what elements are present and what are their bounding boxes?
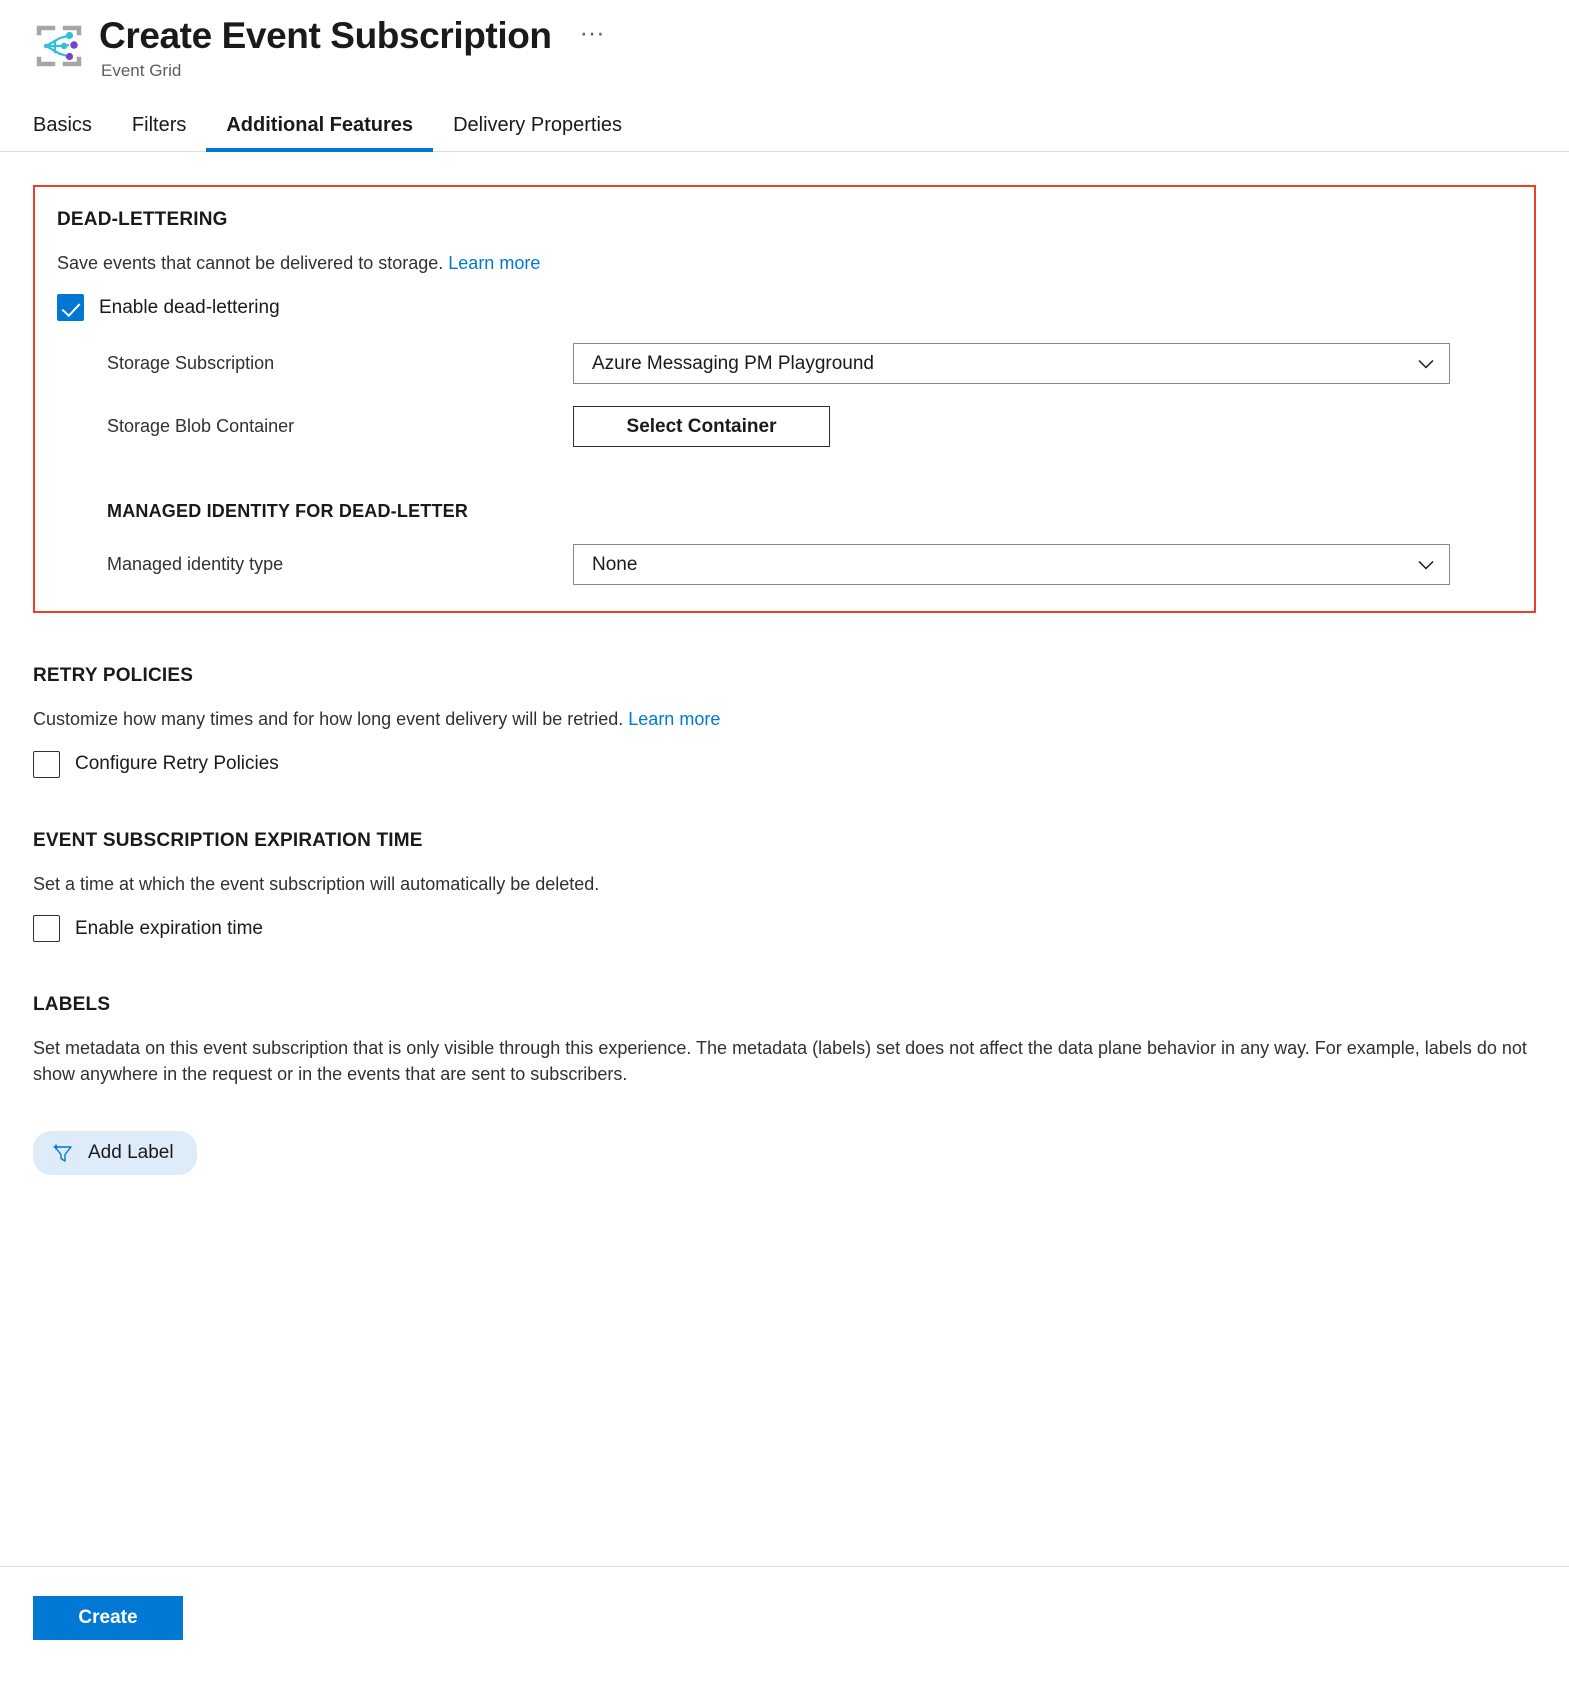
managed-identity-type-dropdown[interactable]: None (573, 544, 1450, 586)
labels-description: Set metadata on this event subscription … (33, 1038, 1527, 1084)
retry-policies-description: Customize how many times and for how lon… (33, 707, 1536, 733)
storage-subscription-control: Azure Messaging PM Playground (573, 343, 1512, 385)
content-area: DEAD-LETTERING Save events that cannot b… (0, 184, 1569, 1176)
enable-expiration-time-label: Enable expiration time (75, 917, 263, 939)
more-options-icon[interactable]: ··· (574, 17, 611, 56)
page-title: Create Event Subscription (99, 15, 552, 56)
managed-identity-type-label: Managed identity type (107, 554, 284, 575)
managed-identity-type-control: None (573, 544, 1512, 586)
tab-additional-features[interactable]: Additional Features (206, 108, 433, 152)
storage-subscription-row: Storage Subscription Azure Messaging PM … (57, 343, 1512, 385)
event-grid-icon (33, 20, 85, 72)
select-container-button[interactable]: Select Container (573, 406, 830, 448)
enable-dead-lettering-checkbox[interactable] (57, 294, 84, 322)
labels-section: LABELS Set metadata on this event subscr… (33, 994, 1536, 1176)
enable-expiration-time-checkbox[interactable] (33, 915, 60, 943)
add-label-button-text: Add Label (88, 1142, 174, 1164)
enable-dead-lettering-row[interactable]: Enable dead-lettering (57, 294, 1512, 322)
storage-subscription-dropdown[interactable]: Azure Messaging PM Playground (573, 343, 1450, 385)
managed-identity-heading: MANAGED IDENTITY FOR DEAD-LETTER (107, 501, 469, 522)
chevron-down-icon (1418, 359, 1434, 369)
retry-policies-description-text: Customize how many times and for how lon… (33, 709, 624, 730)
page-subtitle: Event Grid (101, 60, 182, 80)
managed-identity-type-value: None (592, 553, 638, 575)
enable-expiration-time-row[interactable]: Enable expiration time (33, 915, 1536, 943)
footer-divider (0, 1566, 1569, 1567)
expiration-time-section: EVENT SUBSCRIPTION EXPIRATION TIME Set a… (33, 830, 1536, 943)
dead-lettering-heading: DEAD-LETTERING (57, 208, 228, 230)
dead-lettering-description-text: Save events that cannot be delivered to … (57, 252, 444, 273)
title-row: Create Event Subscription ··· Event Grid (33, 14, 1569, 81)
storage-blob-container-label: Storage Blob Container (107, 416, 295, 437)
enable-dead-lettering-label: Enable dead-lettering (99, 296, 280, 318)
dead-lettering-section: DEAD-LETTERING Save events that cannot b… (33, 184, 1536, 614)
chevron-down-icon (1418, 560, 1434, 570)
configure-retry-policies-checkbox[interactable] (33, 750, 60, 778)
retry-policies-heading: RETRY POLICIES (33, 665, 194, 687)
tab-filters[interactable]: Filters (112, 108, 206, 151)
labels-heading: LABELS (33, 994, 111, 1016)
storage-subscription-label: Storage Subscription (107, 353, 275, 374)
dead-lettering-learn-more-link[interactable]: Learn more (448, 253, 540, 273)
tab-basics[interactable]: Basics (33, 108, 112, 151)
configure-retry-policies-row[interactable]: Configure Retry Policies (33, 750, 1536, 778)
expiration-time-description: Set a time at which the event subscripti… (33, 873, 600, 894)
managed-identity-type-row: Managed identity type None (107, 544, 1512, 586)
managed-identity-block: MANAGED IDENTITY FOR DEAD-LETTER Managed… (57, 501, 1512, 586)
tab-delivery-properties[interactable]: Delivery Properties (433, 108, 642, 151)
dead-lettering-description: Save events that cannot be delivered to … (57, 251, 1512, 277)
storage-blob-container-control: Select Container (573, 406, 1512, 448)
expiration-time-heading: EVENT SUBSCRIPTION EXPIRATION TIME (33, 829, 423, 851)
add-tag-icon (51, 1141, 75, 1165)
tab-bar: Basics Filters Additional Features Deliv… (0, 108, 1569, 152)
footer: Create (33, 1596, 183, 1640)
title-block: Create Event Subscription ··· Event Grid (99, 14, 611, 81)
create-button[interactable]: Create (33, 1596, 183, 1640)
blade-header: Create Event Subscription ··· Event Grid (0, 0, 1569, 81)
retry-policies-learn-more-link[interactable]: Learn more (628, 709, 720, 729)
retry-policies-section: RETRY POLICIES Customize how many times … (33, 665, 1536, 778)
storage-blob-container-row: Storage Blob Container Select Container (57, 406, 1512, 448)
configure-retry-policies-label: Configure Retry Policies (75, 753, 279, 775)
storage-subscription-value: Azure Messaging PM Playground (592, 352, 874, 374)
add-label-button[interactable]: Add Label (33, 1131, 197, 1176)
